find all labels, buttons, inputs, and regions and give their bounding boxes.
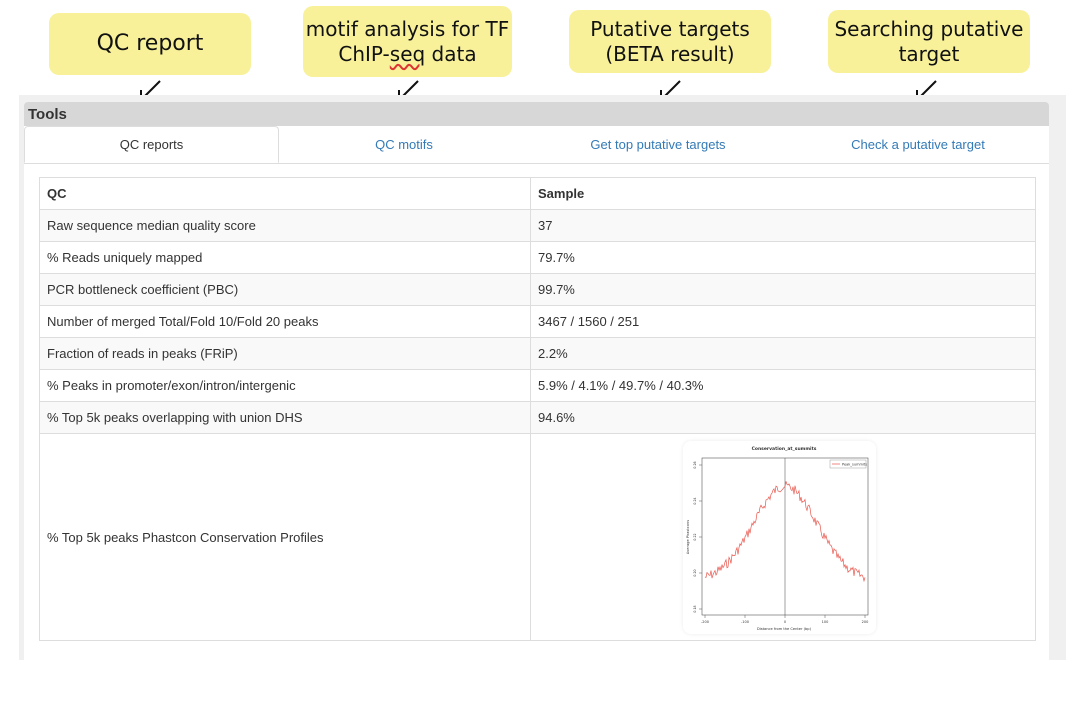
- qc-label-cell: Raw sequence median quality score: [39, 209, 531, 242]
- sample-plot-cell: Conservation_at_summits Peak_summits -20…: [530, 433, 1036, 641]
- callout-qc-text: QC report: [96, 31, 204, 57]
- plot-xtick-label: -100: [741, 620, 749, 624]
- plot-ytick-label: 0.22: [693, 533, 697, 540]
- tab-qc-reports[interactable]: QC reports: [24, 126, 279, 163]
- callout-motif-line2: ChIP-seq data: [306, 42, 509, 67]
- sample-value-cell: 5.9% / 4.1% / 49.7% / 40.3%: [530, 369, 1036, 402]
- sample-value-cell: 3467 / 1560 / 251: [530, 305, 1036, 338]
- plot-ytick-label: 0.26: [693, 461, 697, 468]
- tools-panel-header: [24, 102, 1049, 126]
- plot-title: Conservation_at_summits: [752, 446, 817, 452]
- plot-ytick-label: 0.20: [693, 569, 697, 576]
- plot-xtick-label: 0: [784, 620, 786, 624]
- sample-value-cell: 79.7%: [530, 241, 1036, 274]
- table-row: % Reads uniquely mapped 79.7%: [39, 241, 1036, 274]
- qc-label-cell: % Reads uniquely mapped: [39, 241, 531, 274]
- table-row: PCR bottleneck coefficient (PBC) 99.7%: [39, 273, 1036, 306]
- qc-label-cell: PCR bottleneck coefficient (PBC): [39, 273, 531, 306]
- table-row: Raw sequence median quality score 37: [39, 209, 1036, 242]
- conservation-plot[interactable]: Conservation_at_summits Peak_summits -20…: [683, 440, 876, 634]
- callout-putative-targets: Putative targets (BETA result): [569, 10, 771, 73]
- plot-yticks: 0.18 0.20 0.22 0.24 0.26: [693, 461, 702, 612]
- callout-searching-target: Searching putative target: [828, 10, 1030, 73]
- column-header-qc: QC: [39, 177, 531, 210]
- callout-qc-report: QC report: [49, 13, 251, 75]
- qc-table: QC Sample Raw sequence median quality sc…: [39, 177, 1036, 641]
- callout-targets-line1: Putative targets: [590, 16, 750, 41]
- plot-ylabel: Average Phastcons: [686, 519, 690, 553]
- callout-targets-line2: (BETA result): [605, 41, 735, 66]
- qc-label-cell: % Peaks in promoter/exon/intron/intergen…: [39, 369, 531, 402]
- table-header-row: QC Sample: [39, 177, 1036, 210]
- tab-qc-motifs[interactable]: QC motifs: [279, 126, 529, 163]
- sample-value-cell: 2.2%: [530, 337, 1036, 370]
- panel-title: Tools: [28, 106, 67, 123]
- plot-xtick-label: 200: [862, 620, 869, 624]
- table-row: Number of merged Total/Fold 10/Fold 20 p…: [39, 305, 1036, 338]
- plot-ytick-label: 0.18: [693, 605, 697, 612]
- plot-xticks: -200 -100 0 100 200: [701, 614, 869, 624]
- callout-motif-line2-a: ChIP-: [338, 41, 390, 66]
- callout-search-line2: target: [898, 41, 960, 66]
- qc-label-cell: Fraction of reads in peaks (FRiP): [39, 337, 531, 370]
- tab-get-top-putative-targets[interactable]: Get top putative targets: [529, 126, 787, 163]
- sample-value-cell: 37: [530, 209, 1036, 242]
- plot-xtick-label: 100: [822, 620, 829, 624]
- callout-motif-line1: motif analysis for TF: [305, 16, 510, 41]
- plot-ytick-label: 0.24: [693, 497, 697, 504]
- qc-label-cell: % Top 5k peaks overlapping with union DH…: [39, 401, 531, 434]
- table-row: Fraction of reads in peaks (FRiP) 2.2%: [39, 337, 1036, 370]
- plot-xlabel: Distance from the Center (bp): [757, 627, 812, 631]
- sample-value-cell: 99.7%: [530, 273, 1036, 306]
- sample-value-cell: 94.6%: [530, 401, 1036, 434]
- tab-check-putative-target[interactable]: Check a putative target: [787, 126, 1049, 163]
- table-row: % Top 5k peaks Phastcon Conservation Pro…: [39, 433, 1036, 641]
- table-row: % Peaks in promoter/exon/intron/intergen…: [39, 369, 1036, 402]
- tab-bar: QC reports QC motifs Get top putative ta…: [24, 126, 1049, 164]
- plot-xtick-label: -200: [701, 620, 709, 624]
- column-header-sample: Sample: [530, 177, 1036, 210]
- callout-motif-analysis: motif analysis for TF ChIP-seq data: [303, 6, 512, 77]
- callout-motif-line2-c: data: [425, 41, 477, 66]
- qc-label-cell: % Top 5k peaks Phastcon Conservation Pro…: [39, 433, 531, 641]
- plot-legend-label: Peak_summits: [842, 462, 867, 466]
- table-row: % Top 5k peaks overlapping with union DH…: [39, 401, 1036, 434]
- conservation-plot-svg: Conservation_at_summits Peak_summits -20…: [686, 446, 869, 631]
- qc-label-cell: Number of merged Total/Fold 10/Fold 20 p…: [39, 305, 531, 338]
- callout-search-line1: Searching putative: [834, 16, 1024, 41]
- callout-motif-line2-b: seq: [389, 41, 426, 66]
